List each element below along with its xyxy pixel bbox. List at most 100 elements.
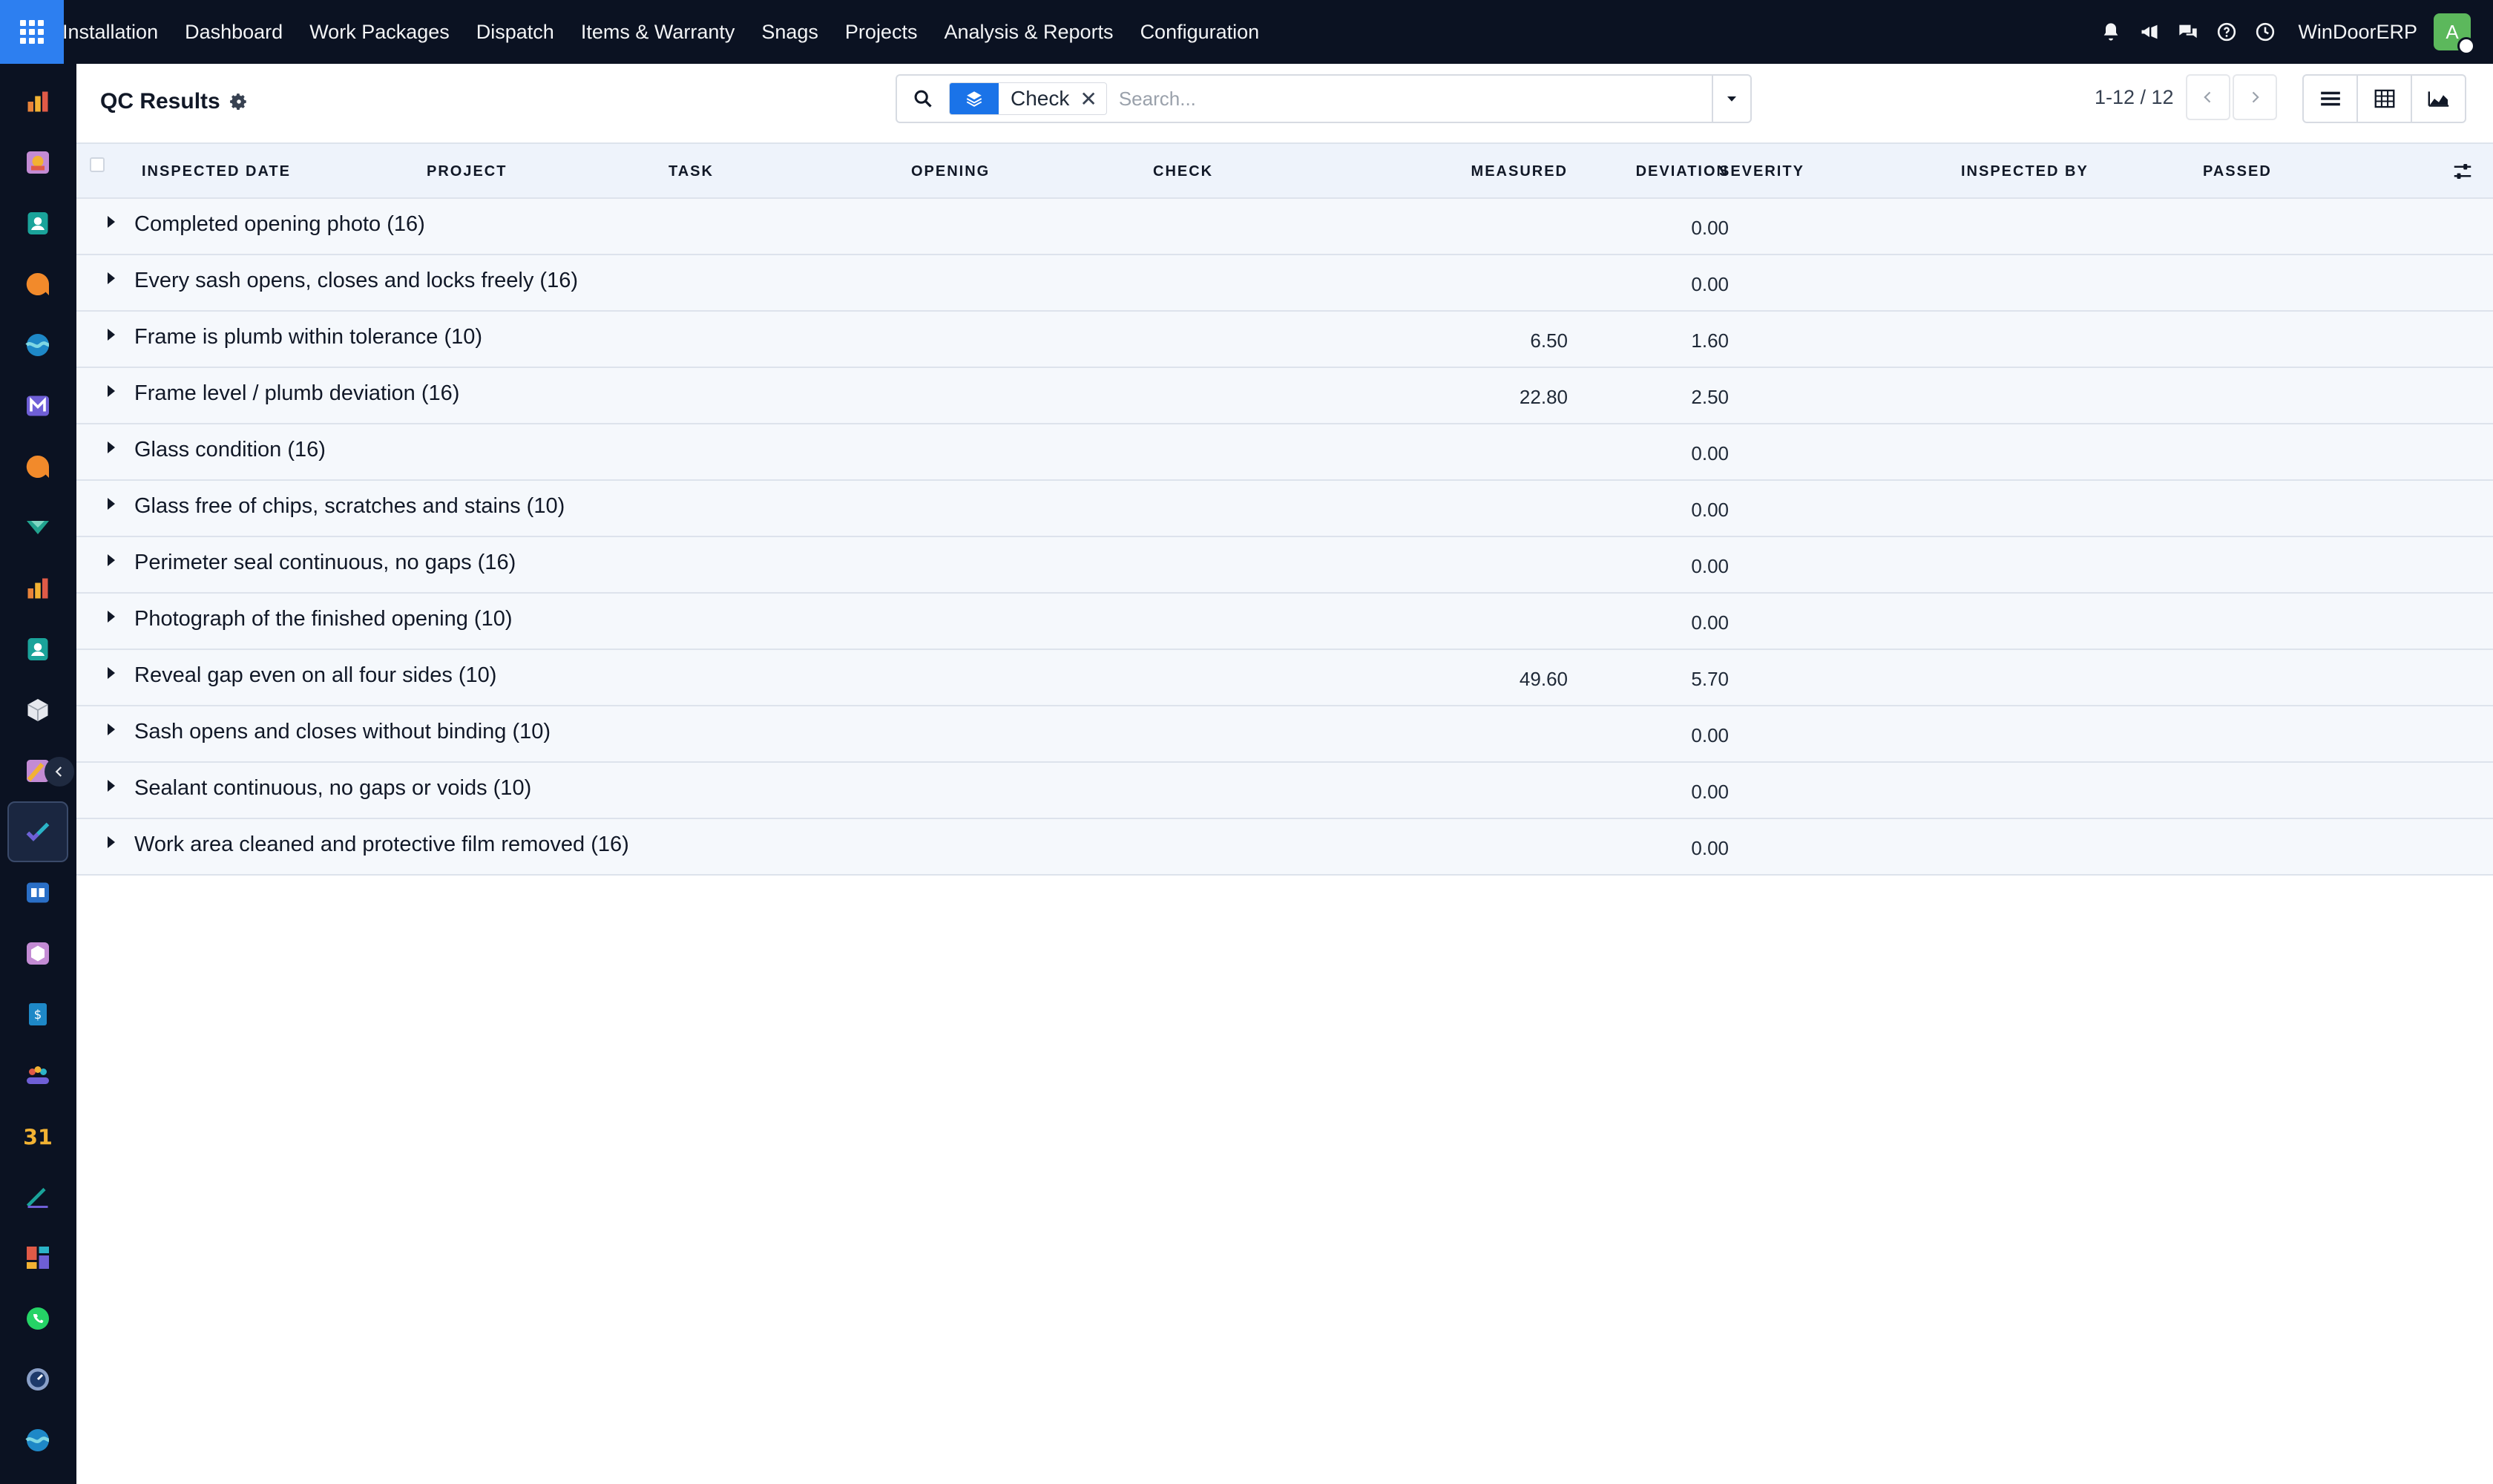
- column-deviation[interactable]: DEVIATION: [1636, 144, 1729, 199]
- sales-app-icon[interactable]: [7, 71, 68, 132]
- group-label: Reveal gap even on all four sides (10): [134, 663, 497, 687]
- chat-icon[interactable]: [2169, 0, 2207, 64]
- top-navbar: Installation Dashboard Work Packages Dis…: [0, 0, 2493, 64]
- systray: WinDoorERP A: [2092, 0, 2493, 64]
- employees-app-icon[interactable]: [7, 619, 68, 680]
- app-menu-button[interactable]: [0, 0, 64, 64]
- contacts-app-icon[interactable]: [7, 193, 68, 254]
- sign-app-icon[interactable]: [7, 1166, 68, 1227]
- group-deviation-sum: 1.60: [1691, 329, 1729, 352]
- main-menu: Installation Dashboard Work Packages Dis…: [62, 0, 1273, 64]
- column-inspected-by[interactable]: INSPECTED BY: [1961, 144, 2089, 199]
- whatsapp-app-icon[interactable]: [7, 1288, 68, 1349]
- column-inspected-date[interactable]: INSPECTED DATE: [142, 144, 291, 199]
- menu-brand-installation[interactable]: Installation: [62, 0, 171, 64]
- menu-projects[interactable]: Projects: [832, 0, 931, 64]
- facet-remove-icon[interactable]: ✕: [1080, 87, 1106, 111]
- menu-snags[interactable]: Snags: [748, 0, 832, 64]
- search-input[interactable]: [1118, 87, 1712, 111]
- list-view-button[interactable]: [2302, 74, 2358, 123]
- bell-icon[interactable]: [2092, 0, 2130, 64]
- group-deviation-sum: 0.00: [1691, 499, 1729, 521]
- group-row[interactable]: Reveal gap even on all four sides (10) 49…: [76, 650, 2493, 706]
- megaphone-icon[interactable]: [2130, 0, 2169, 64]
- quality-app-icon[interactable]: [7, 801, 68, 862]
- chevron-right-icon: [2252, 91, 2259, 103]
- website-app-icon[interactable]: [7, 1410, 68, 1471]
- reports-app-icon[interactable]: [7, 558, 68, 619]
- group-label: Sealant continuous, no gaps or voids (10…: [134, 776, 532, 800]
- documents-app-icon[interactable]: [7, 497, 68, 558]
- group-row[interactable]: Frame level / plumb deviation (16) 22.80 2…: [76, 368, 2493, 424]
- pager-next-button[interactable]: [2233, 74, 2277, 120]
- avatar-initial: A: [2446, 20, 2459, 43]
- column-project[interactable]: PROJECT: [427, 144, 507, 199]
- products-app-icon[interactable]: [7, 923, 68, 984]
- inventory-app-icon[interactable]: [7, 680, 68, 741]
- clock-icon[interactable]: [2246, 0, 2285, 64]
- timer-app-icon[interactable]: [7, 1349, 68, 1410]
- gear-icon[interactable]: [229, 92, 249, 111]
- group-row[interactable]: Frame is plumb within tolerance (10) 6.50…: [76, 312, 2493, 368]
- search-options-toggle[interactable]: [1712, 76, 1750, 122]
- layers-icon: [950, 83, 999, 114]
- email-marketing-app-icon[interactable]: [7, 375, 68, 436]
- help-icon[interactable]: [2207, 0, 2246, 64]
- pager-previous-button[interactable]: [2186, 74, 2230, 120]
- group-row[interactable]: Perimeter seal continuous, no gaps (16) 0…: [76, 537, 2493, 594]
- qc-results-table: INSPECTED DATE PROJECT TASK OPENING CHEC…: [76, 142, 2493, 876]
- calendar-app-icon[interactable]: 31: [7, 1106, 68, 1166]
- planning-app-icon[interactable]: [7, 315, 68, 375]
- column-severity[interactable]: SEVERITY: [1719, 144, 1804, 199]
- page-title: QC Results: [100, 89, 249, 114]
- livechat-app-icon[interactable]: [7, 436, 68, 497]
- group-row[interactable]: Sash opens and closes without binding (1…: [76, 706, 2493, 763]
- pivot-view-button[interactable]: [2356, 74, 2412, 123]
- group-row[interactable]: Photograph of the finished opening (10) 0…: [76, 594, 2493, 650]
- group-row[interactable]: Sealant continuous, no gaps or voids (10…: [76, 763, 2493, 819]
- group-row[interactable]: Completed opening photo (16) 0.00: [76, 199, 2493, 255]
- dashboards-app-icon[interactable]: [7, 1227, 68, 1288]
- column-task[interactable]: TASK: [669, 144, 714, 199]
- user-avatar[interactable]: A: [2434, 13, 2475, 55]
- group-row[interactable]: Glass condition (16) 0.00: [76, 424, 2493, 481]
- group-deviation-sum: 5.70: [1691, 668, 1729, 690]
- group-deviation-sum: 0.00: [1691, 724, 1729, 746]
- caret-right-icon: [108, 836, 115, 848]
- menu-analysis-reports[interactable]: Analysis & Reports: [930, 0, 1126, 64]
- column-check[interactable]: CHECK: [1153, 144, 1213, 199]
- group-deviation-sum: 0.00: [1691, 781, 1729, 803]
- caret-right-icon: [108, 611, 115, 623]
- column-measured[interactable]: MEASURED: [1471, 144, 1568, 199]
- column-opening[interactable]: OPENING: [911, 144, 990, 199]
- invoicing-app-icon[interactable]: $: [7, 984, 68, 1045]
- caret-right-icon: [108, 498, 115, 510]
- menu-dispatch[interactable]: Dispatch: [463, 0, 568, 64]
- knowledge-app-icon[interactable]: [7, 862, 68, 923]
- pager-value[interactable]: 1-12 / 12: [2095, 86, 2174, 109]
- group-row[interactable]: Glass free of chips, scratches and stain…: [76, 481, 2493, 537]
- caret-right-icon: [108, 780, 115, 792]
- table-icon: [2374, 89, 2394, 108]
- gallery-app-icon[interactable]: [7, 132, 68, 193]
- menu-items-warranty[interactable]: Items & Warranty: [568, 0, 749, 64]
- team-app-icon[interactable]: [7, 1045, 68, 1106]
- sidebar-collapse-button[interactable]: [45, 757, 74, 787]
- graph-view-button[interactable]: [2411, 74, 2466, 123]
- column-passed[interactable]: PASSED: [2203, 144, 2272, 199]
- search-icon[interactable]: [897, 88, 949, 109]
- caret-right-icon: [108, 216, 115, 228]
- optional-columns-toggle[interactable]: [2451, 160, 2474, 186]
- sliders-icon: [2454, 164, 2471, 179]
- search-facet-group-by[interactable]: Check ✕: [949, 82, 1107, 115]
- discuss-app-icon[interactable]: [7, 254, 68, 315]
- group-deviation-sum: 0.00: [1691, 837, 1729, 859]
- menu-configuration[interactable]: Configuration: [1127, 0, 1273, 64]
- company-switcher[interactable]: WinDoorERP: [2298, 21, 2417, 44]
- caret-right-icon: [108, 441, 115, 453]
- select-all-checkbox[interactable]: [90, 157, 105, 172]
- group-row[interactable]: Work area cleaned and protective film re…: [76, 819, 2493, 876]
- menu-dashboard[interactable]: Dashboard: [171, 0, 296, 64]
- menu-work-packages[interactable]: Work Packages: [296, 0, 463, 64]
- group-row[interactable]: Every sash opens, closes and locks freel…: [76, 255, 2493, 312]
